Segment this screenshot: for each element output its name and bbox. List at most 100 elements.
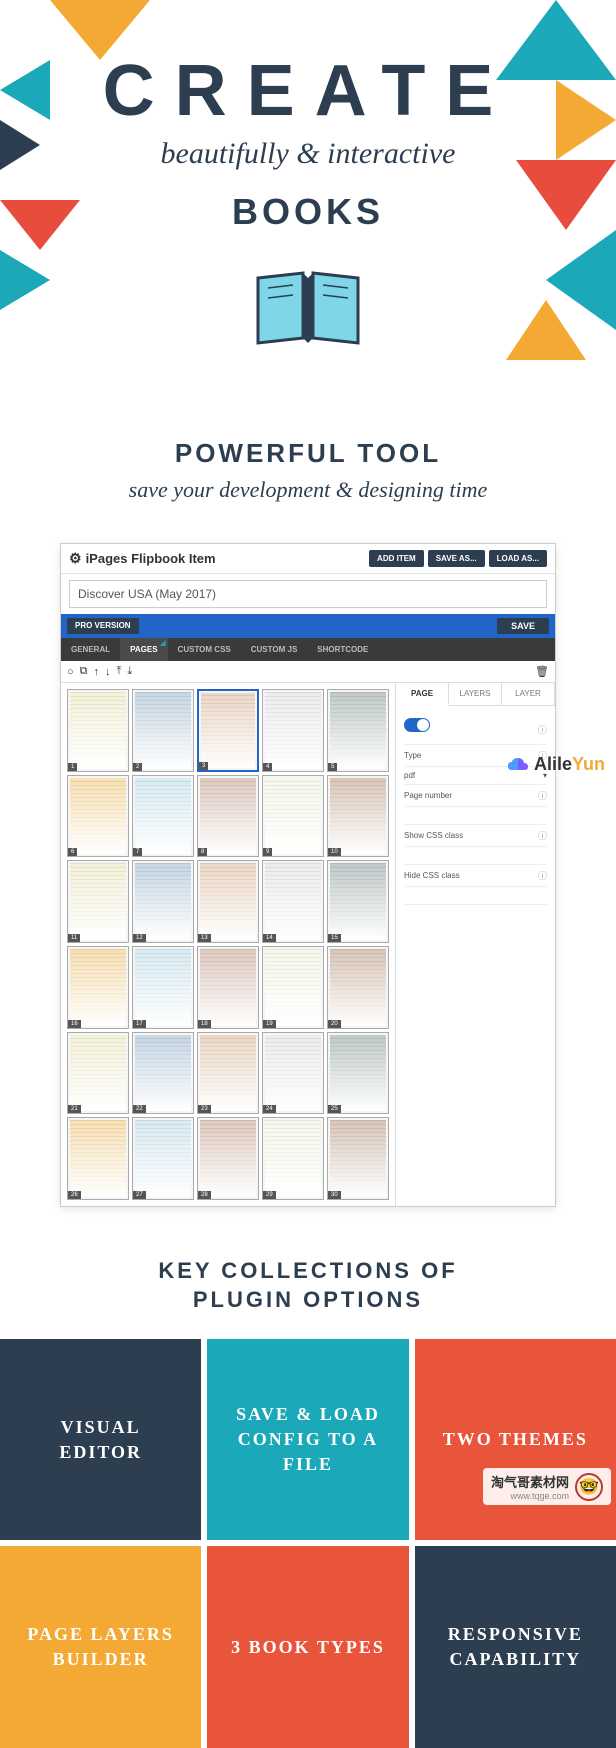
page-thumbnail[interactable]: 8	[197, 775, 259, 858]
page-thumbnail[interactable]: 2	[132, 689, 194, 772]
prop-tab-layers[interactable]: LAYERS	[449, 683, 502, 705]
page-thumbnail[interactable]: 23	[197, 1032, 259, 1115]
powerful-tagline: save your development & designing time	[20, 477, 596, 503]
tab-custom-css[interactable]: CUSTOM CSS	[168, 638, 241, 661]
page-thumbnail[interactable]: 10	[327, 775, 389, 858]
page-thumbnail[interactable]: 30	[327, 1117, 389, 1200]
content-area: 1234567891011121314151617181920212223242…	[61, 683, 555, 1206]
decor-triangle	[496, 0, 616, 80]
app-header: ⚙ iPages Flipbook Item ADD ITEM SAVE AS.…	[61, 544, 555, 574]
prop-tab-page[interactable]: PAGE	[396, 683, 449, 706]
page-thumbnail[interactable]: 5	[327, 689, 389, 772]
page-thumbnail[interactable]: 3	[197, 689, 259, 772]
decor-triangle	[516, 160, 616, 230]
add-icon[interactable]: ○	[67, 666, 74, 678]
page-thumbnail[interactable]: 22	[132, 1032, 194, 1115]
page-thumbnail[interactable]: 27	[132, 1117, 194, 1200]
footer-watermark: 淘气哥素材网www.tqge.com 🤓	[483, 1468, 611, 1505]
page-thumbnail[interactable]: 25	[327, 1032, 389, 1115]
page-thumbnail[interactable]: 21	[67, 1032, 129, 1115]
page-thumbnail[interactable]: 18	[197, 946, 259, 1029]
prop-tabs: PAGELAYERSLAYER	[396, 683, 555, 706]
hero-books: BOOKS	[20, 191, 596, 233]
tab-shortcode[interactable]: SHORTCODE	[307, 638, 378, 661]
page-thumbnail[interactable]: 11	[67, 860, 129, 943]
decor-triangle	[0, 250, 50, 310]
hide-css-input[interactable]	[404, 887, 547, 905]
watermark: AlileYun	[506, 754, 605, 775]
app-window: ⚙ iPages Flipbook Item ADD ITEM SAVE AS.…	[60, 543, 556, 1207]
page-thumbnail[interactable]: 4	[262, 689, 324, 772]
decor-triangle	[0, 200, 80, 250]
page-thumbnail[interactable]: 1	[67, 689, 129, 772]
tab-general[interactable]: GENERAL	[61, 638, 120, 661]
info-icon[interactable]: ⓘ	[538, 869, 547, 882]
decor-triangle	[556, 80, 616, 160]
save-button[interactable]: SAVE	[497, 618, 549, 634]
page-thumbnail[interactable]: 15	[327, 860, 389, 943]
show-css-row: Show CSS classⓘ	[404, 825, 547, 847]
decor-triangle	[50, 0, 150, 60]
page-thumbnail[interactable]: 9	[262, 775, 324, 858]
prop-tab-layer[interactable]: LAYER	[502, 683, 555, 705]
save-as-button[interactable]: SAVE AS...	[428, 550, 485, 567]
feature-save-load: SAVE & LOAD CONFIG TO A FILE	[207, 1339, 408, 1540]
page-thumbnail[interactable]: 20	[327, 946, 389, 1029]
add-item-button[interactable]: ADD ITEM	[369, 550, 424, 567]
key-title: KEY COLLECTIONS OFPLUGIN OPTIONS	[20, 1257, 596, 1314]
feature-two-themes: TWO THEMES	[415, 1339, 616, 1540]
page-thumbnail[interactable]: 6	[67, 775, 129, 858]
book-icon	[248, 263, 368, 358]
topbar: PRO VERSION SAVE	[61, 614, 555, 638]
page-thumbnails: 1234567891011121314151617181920212223242…	[61, 683, 395, 1206]
move-bottom-icon[interactable]: ⤓	[127, 665, 132, 678]
enable-toggle[interactable]	[404, 718, 430, 732]
main-tabs: GENERALPAGES◢CUSTOM CSSCUSTOM JSSHORTCOD…	[61, 638, 555, 661]
app-title: ⚙ iPages Flipbook Item	[69, 550, 369, 567]
page-thumbnail[interactable]: 29	[262, 1117, 324, 1200]
move-up-icon[interactable]: ↑	[94, 666, 100, 678]
decor-triangle	[0, 120, 40, 170]
features-grid: VISUAL EDITOR SAVE & LOAD CONFIG TO A FI…	[0, 1339, 616, 1748]
load-as-button[interactable]: LOAD AS...	[489, 550, 547, 567]
mascot-icon: 🤓	[575, 1473, 603, 1501]
page-number-row: Page numberⓘ	[404, 785, 547, 807]
page-thumbnail[interactable]: 26	[67, 1117, 129, 1200]
page-thumbnail[interactable]: 7	[132, 775, 194, 858]
feature-book-types: 3 BOOK TYPES	[207, 1546, 408, 1747]
page-thumbnail[interactable]: 13	[197, 860, 259, 943]
page-toolbar: ○ ⧉ ↑ ↓ ⤒ ⤓ 🗑	[61, 661, 555, 683]
cloud-icon	[506, 756, 530, 774]
powerful-section: POWERFUL TOOL save your development & de…	[0, 408, 616, 523]
pro-version-badge[interactable]: PRO VERSION	[67, 618, 139, 634]
decor-triangle	[506, 300, 586, 360]
info-icon[interactable]: ⓘ	[538, 789, 547, 802]
page-number-input[interactable]	[404, 807, 547, 825]
info-icon[interactable]: ⓘ	[538, 829, 547, 842]
page-thumbnail[interactable]: 19	[262, 946, 324, 1029]
feature-visual-editor: VISUAL EDITOR	[0, 1339, 201, 1540]
page-thumbnail[interactable]: 14	[262, 860, 324, 943]
page-thumbnail[interactable]: 28	[197, 1117, 259, 1200]
key-collections-section: KEY COLLECTIONS OFPLUGIN OPTIONS	[0, 1227, 616, 1339]
gear-icon: ⚙	[69, 550, 82, 567]
page-thumbnail[interactable]: 12	[132, 860, 194, 943]
move-top-icon[interactable]: ⤒	[117, 665, 122, 678]
tab-custom-js[interactable]: CUSTOM JS	[241, 638, 308, 661]
powerful-title: POWERFUL TOOL	[20, 438, 596, 469]
info-icon[interactable]: ⓘ	[538, 723, 547, 736]
copy-icon[interactable]: ⧉	[80, 665, 88, 678]
hero-section: CREATE beautifully & interactive BOOKS	[0, 0, 616, 408]
page-thumbnail[interactable]: 17	[132, 946, 194, 1029]
tab-pages[interactable]: PAGES◢	[120, 638, 167, 661]
hide-css-row: Hide CSS classⓘ	[404, 865, 547, 887]
delete-icon[interactable]: 🗑	[535, 665, 549, 678]
feature-page-layers: PAGE LAYERS BUILDER	[0, 1546, 201, 1747]
move-down-icon[interactable]: ↓	[105, 666, 111, 678]
page-thumbnail[interactable]: 16	[67, 946, 129, 1029]
feature-responsive: RESPONSIVE CAPABILITY	[415, 1546, 616, 1747]
decor-triangle	[0, 60, 50, 120]
page-thumbnail[interactable]: 24	[262, 1032, 324, 1115]
item-name-input[interactable]: Discover USA (May 2017)	[69, 580, 547, 608]
show-css-input[interactable]	[404, 847, 547, 865]
